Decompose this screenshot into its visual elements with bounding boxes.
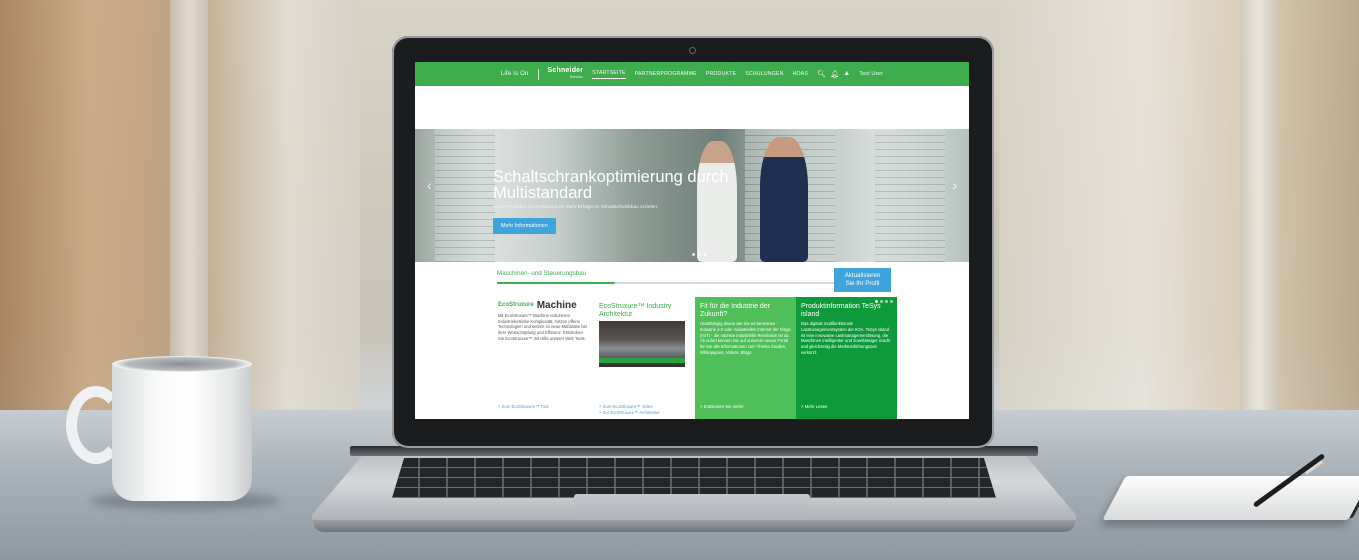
- laptop-trackpad: [574, 494, 810, 520]
- nav-startseite[interactable]: STARTSEITE: [592, 70, 626, 79]
- carousel-dot[interactable]: [698, 253, 701, 256]
- card-tesys-island: Produktinformation TeSys island Das digi…: [796, 297, 897, 419]
- card-links: > Zum EcoStruxure™ Video > Zur EcoStruxu…: [599, 404, 660, 415]
- card-link[interactable]: > Mehr Lesen: [801, 404, 827, 410]
- card-title: EcoStruxure™ Industry Architektur: [599, 303, 672, 318]
- notebook: [1102, 476, 1359, 520]
- top-navigation-bar: Life Is On Schneider Electric STARTSEITE…: [415, 62, 969, 86]
- more-information-button[interactable]: Mehr Informationen: [493, 218, 556, 234]
- pager-dot[interactable]: [890, 300, 893, 303]
- pager-dot[interactable]: [875, 300, 878, 303]
- logo-main-text: Schneider: [547, 67, 584, 74]
- update-profile-button[interactable]: Aktualisieren Sie Ihr Profil: [834, 268, 891, 292]
- carousel-prev-chevron-icon[interactable]: ‹: [427, 177, 432, 193]
- hero-text-block: Schaltschrankoptimierung durch Multistan…: [493, 169, 743, 234]
- nav-hoas[interactable]: HOAS: [793, 71, 809, 77]
- hero-carousel: ‹ › Schaltschrankoptimierung durch Multi…: [415, 129, 969, 262]
- teaser-cards: EcoStruxure Machine Mit EcoStruxure™ Mac…: [493, 297, 897, 419]
- card-body: Das digitale multifunktionale Lastmanage…: [801, 321, 891, 355]
- update-profile-line1: Aktualisieren: [844, 272, 881, 279]
- card-body: Mit EcoStruxure™ Machine reduzieren Indu…: [498, 312, 587, 341]
- carousel-dot[interactable]: [692, 253, 695, 256]
- card-ecostruxure-machine: EcoStruxure Machine Mit EcoStruxure™ Mac…: [493, 297, 594, 419]
- keyboard-rows: [392, 458, 996, 498]
- nav-separator: [537, 68, 539, 80]
- user-name[interactable]: Test User: [859, 71, 883, 77]
- life-is-on-tagline: Life Is On: [500, 71, 529, 77]
- pager-dot[interactable]: [885, 300, 888, 303]
- search-icon[interactable]: 🔍︎: [817, 70, 826, 78]
- logo-sub-text: Electric: [570, 75, 584, 79]
- card-link[interactable]: > Zum EcoStruxure™ Tool: [498, 404, 548, 410]
- card-ecostruxure-industry: EcoStruxure™ Industry Architektur > Zum …: [594, 297, 695, 419]
- topbar-icons: 🔍︎ 🔔︎ ▲: [817, 70, 850, 78]
- laptop-front-edge: [312, 520, 1076, 532]
- mug-rim: [112, 356, 252, 372]
- ecostruxure-logo: EcoStruxure Machine: [498, 300, 589, 311]
- thumbnail-green-strip: [599, 358, 685, 363]
- hero-image-rack: [875, 129, 945, 262]
- background-window-right: [999, 0, 1359, 420]
- hero-image-rack: [435, 129, 495, 262]
- bell-icon[interactable]: 🔔︎: [830, 70, 839, 78]
- card-title: Produktinformation TeSys island: [801, 303, 881, 318]
- card-body: Unabhängig davon wie Sie es benennen - I…: [700, 321, 791, 355]
- pager-dot[interactable]: [880, 300, 883, 303]
- camera-icon: [689, 47, 696, 54]
- carousel-dots: [692, 253, 707, 256]
- tab-underline: [497, 282, 889, 284]
- background-pillar: [1240, 0, 1278, 420]
- update-profile-line2: Sie Ihr Profil: [845, 279, 880, 287]
- tab-maschinen-steuerungsbau[interactable]: Maschinen- und Steuerungsbau: [497, 270, 586, 277]
- schneider-logo[interactable]: Schneider Electric: [548, 67, 584, 81]
- ecostruxure-logo-text: EcoStruxure: [498, 302, 534, 308]
- coffee-mug: [112, 361, 252, 501]
- architecture-link[interactable]: > Zur EcoStruxure™ Architektur: [599, 410, 660, 416]
- nav-produkte[interactable]: PRODUKTE: [706, 71, 736, 77]
- video-link[interactable]: > Zum EcoStruxure™ Video: [599, 404, 660, 410]
- card-title: Fit für die Industrie der Zukunft?: [700, 303, 771, 318]
- hero-subtitle: Durch Produkte mit Multistandard mehr Er…: [493, 205, 659, 210]
- card-title: Machine: [536, 300, 577, 311]
- carousel-dot[interactable]: [704, 253, 707, 256]
- hero-title: Schaltschrankoptimierung durch Multistan…: [493, 168, 729, 202]
- user-icon[interactable]: ▲: [843, 70, 850, 78]
- card-link[interactable]: > Entdecken Sie mehr!: [700, 404, 744, 410]
- carousel-next-chevron-icon[interactable]: ›: [952, 177, 957, 193]
- card-industrie-zukunft: Fit für die Industrie der Zukunft? Unabh…: [695, 297, 796, 419]
- section-tab-row: Maschinen- und Steuerungsbau: [497, 270, 889, 284]
- nav-partnerprogramme[interactable]: PARTNERPROGRAMME: [635, 71, 697, 77]
- hero-person-right: [760, 137, 808, 262]
- laptop-screen: Life Is On Schneider Electric STARTSEITE…: [415, 62, 969, 419]
- nav-schulungen[interactable]: SCHULUNGEN: [745, 71, 783, 77]
- video-thumbnail[interactable]: [599, 321, 685, 367]
- card-pager-dots: [875, 300, 893, 303]
